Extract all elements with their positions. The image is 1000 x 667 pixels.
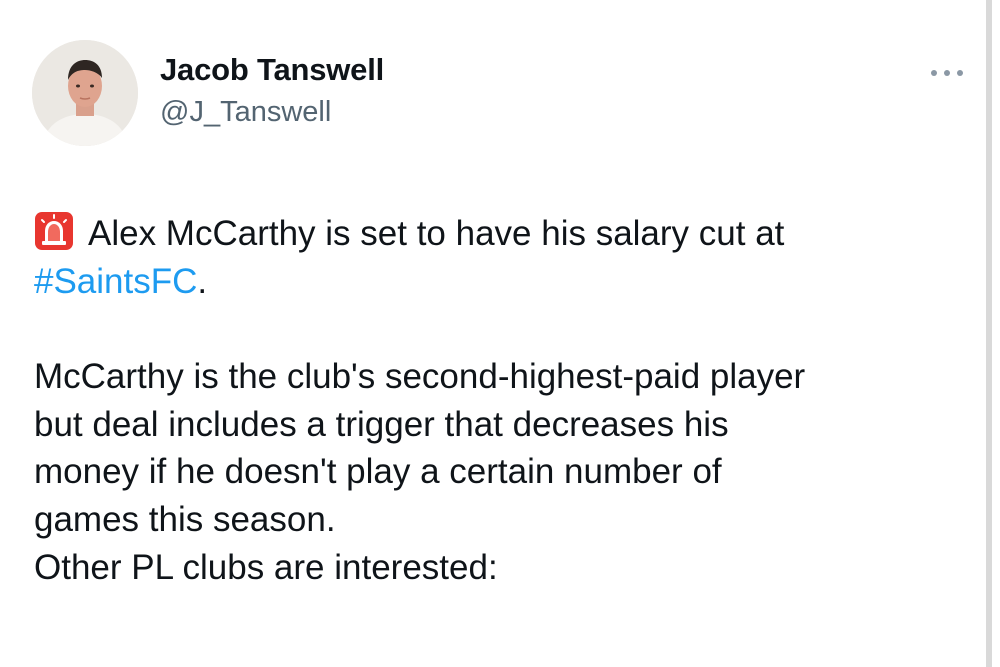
tweet-para2-line-3: money if he doesn't play a certain numbe… — [34, 452, 722, 492]
tweet-text: Alex McCarthy is set to have his salary … — [34, 210, 974, 591]
more-dots-icon — [931, 70, 963, 76]
rotating-light-icon — [34, 211, 74, 251]
author-avatar[interactable] — [32, 40, 138, 146]
more-options-button[interactable] — [922, 58, 972, 88]
tweet-line-1-end: . — [197, 261, 208, 301]
tweet-para2-line-4: games this season. — [34, 499, 336, 539]
tweet-card: Jacob Tanswell @J_Tanswell Alex McCarthy… — [0, 0, 980, 667]
tweet-line-1: Alex McCarthy is set to have his salary … — [88, 214, 785, 253]
tweet-paragraph-1: Alex McCarthy is set to have his salary … — [34, 210, 974, 305]
person-avatar-icon — [32, 40, 138, 146]
hashtag-link[interactable]: #SaintsFC — [34, 262, 197, 301]
tweet-paragraph-3: Other PL clubs are interested: — [34, 547, 498, 587]
author-handle[interactable]: @J_Tanswell — [160, 96, 331, 129]
tweet-paragraph-2: McCarthy is the club's second-highest-pa… — [34, 353, 974, 591]
tweet-para2-line-2: but deal includes a trigger that decreas… — [34, 404, 729, 444]
tweet-para2-line-1: McCarthy is the club's second-highest-pa… — [34, 357, 806, 397]
author-display-name[interactable]: Jacob Tanswell — [160, 52, 384, 88]
scrollbar[interactable] — [986, 0, 992, 667]
